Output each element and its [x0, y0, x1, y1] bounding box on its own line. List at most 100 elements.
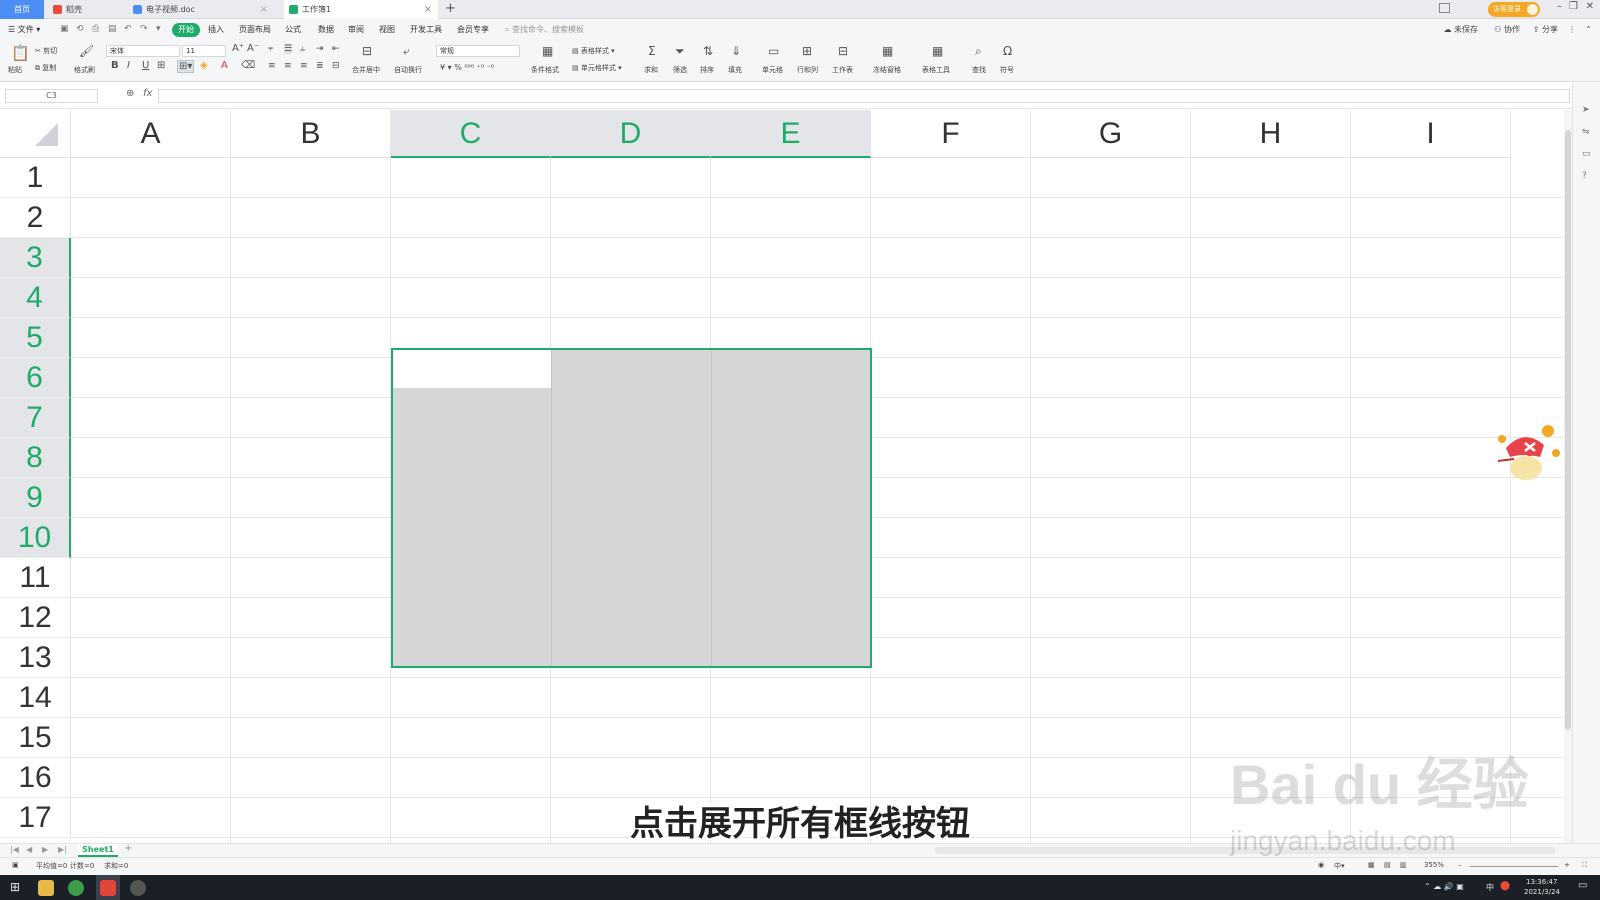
merge-center-button[interactable]: 合并居中: [352, 65, 380, 75]
table-style-button[interactable]: ▤ 表格样式 ▾: [572, 46, 615, 56]
worksheet-button[interactable]: 工作表: [832, 65, 853, 75]
row-header-12[interactable]: 12: [0, 598, 71, 638]
antivirus-icon[interactable]: ⬤: [1500, 881, 1510, 891]
file-explorer-icon[interactable]: [38, 880, 54, 896]
property-icon[interactable]: ▭: [1582, 149, 1591, 159]
wps-taskbar-button[interactable]: [96, 875, 120, 900]
maximize-button[interactable]: ❐: [1569, 1, 1578, 12]
name-box[interactable]: C3: [5, 89, 98, 103]
row-header-13[interactable]: 13: [0, 638, 71, 678]
help-icon[interactable]: ?: [1582, 171, 1587, 181]
find-button[interactable]: 查找: [972, 65, 986, 75]
zoom-slider[interactable]: [1470, 866, 1558, 867]
row-header-9[interactable]: 9: [0, 478, 71, 518]
cut-button[interactable]: ✂ 剪切: [35, 46, 57, 56]
format-painter-button[interactable]: 格式刷: [74, 65, 95, 75]
notification-icon[interactable]: ▭: [1578, 880, 1587, 891]
unsaved-status[interactable]: ☁ 未保存: [1443, 23, 1478, 37]
font-color-icon[interactable]: A: [221, 60, 228, 71]
cell-icon[interactable]: ▭: [768, 44, 779, 58]
row-header-17[interactable]: 17: [0, 798, 71, 838]
row-header-11[interactable]: 11: [0, 558, 71, 598]
column-header-h[interactable]: H: [1191, 110, 1351, 158]
filter-icon[interactable]: ⏷: [675, 44, 685, 59]
table-tools-button[interactable]: 表格工具: [922, 65, 950, 75]
row-header-16[interactable]: 16: [0, 758, 71, 798]
increase-font-icon[interactable]: A⁺: [232, 43, 244, 54]
cell-style-button[interactable]: ▤ 单元格样式 ▾: [572, 63, 622, 73]
ime-icon[interactable]: 中▾: [1334, 861, 1345, 871]
cell-button[interactable]: 单元格: [762, 65, 783, 75]
align-middle-icon[interactable]: ☰: [284, 44, 293, 54]
menu-developer[interactable]: 开发工具: [410, 23, 442, 37]
clock-time[interactable]: 13:36:47: [1526, 878, 1557, 886]
normal-view-icon[interactable]: ▦: [1368, 861, 1375, 869]
column-header-e[interactable]: E: [711, 110, 871, 158]
row-header-1[interactable]: 1: [0, 158, 71, 198]
copy-button[interactable]: ⧉ 复制: [35, 63, 56, 73]
windows-start-icon[interactable]: ⊞: [10, 880, 20, 894]
conditional-format-icon[interactable]: ▦: [542, 44, 553, 58]
close-icon[interactable]: ×: [260, 0, 268, 19]
prev-sheet-icon[interactable]: ◀: [26, 845, 32, 854]
select-all-corner[interactable]: [0, 110, 71, 158]
menu-member[interactable]: 会员专享: [457, 23, 489, 37]
sum-button[interactable]: 求和: [644, 65, 658, 75]
indent-icon[interactable]: ⇥: [316, 44, 324, 54]
sheet-tab[interactable]: Sheet1: [78, 844, 118, 857]
macro-icon[interactable]: ▣: [12, 861, 19, 869]
italic-icon[interactable]: I: [127, 60, 130, 71]
collapse-ribbon-icon[interactable]: ⌃: [1585, 23, 1592, 37]
first-sheet-icon[interactable]: |◀: [10, 845, 19, 854]
font-size-select[interactable]: 11: [182, 45, 226, 57]
row-header-2[interactable]: 2: [0, 198, 71, 238]
redo-icon[interactable]: ↷: [140, 24, 148, 34]
adjust-icon[interactable]: ⇋: [1582, 127, 1590, 137]
add-sheet-button[interactable]: +: [124, 843, 132, 854]
symbol-icon[interactable]: Ω: [1003, 44, 1012, 58]
number-format-buttons[interactable]: ¥ ▾ % ⁰⁰⁰ ⁺⁰ ⁻⁰: [440, 63, 494, 72]
tab-workbook[interactable]: 工作簿1 ×: [284, 0, 438, 19]
column-header-f[interactable]: F: [871, 110, 1031, 158]
page-layout-view-icon[interactable]: ▤: [1384, 861, 1391, 869]
distribute-icon[interactable]: ⊟: [332, 61, 340, 71]
column-header-b[interactable]: B: [231, 110, 391, 158]
minimize-button[interactable]: –: [1557, 1, 1562, 12]
menu-insert[interactable]: 插入: [208, 23, 224, 37]
more-icon[interactable]: ⋮: [1568, 23, 1576, 37]
fill-button[interactable]: 填充: [728, 65, 742, 75]
align-left-icon[interactable]: ≡: [268, 61, 276, 71]
filter-button[interactable]: 筛选: [673, 65, 687, 75]
format-painter-icon[interactable]: 🖌: [79, 44, 94, 58]
mascot-icon[interactable]: [1490, 423, 1565, 485]
ime-indicator[interactable]: 中: [1486, 882, 1494, 893]
menu-review[interactable]: 审阅: [348, 23, 364, 37]
undo-icon[interactable]: ↶: [124, 24, 132, 34]
wrap-text-icon[interactable]: ⤶: [403, 44, 410, 59]
row-col-icon[interactable]: ⊞: [802, 44, 812, 58]
share-button[interactable]: ⇪ 分享: [1533, 23, 1558, 37]
symbol-button[interactable]: 符号: [1000, 65, 1014, 75]
column-header-c[interactable]: C: [391, 110, 551, 158]
customize-icon[interactable]: ▾: [156, 24, 161, 34]
border-icon[interactable]: ⊞: [157, 60, 165, 71]
tab-daoke[interactable]: 稻壳: [48, 0, 128, 19]
number-format-select[interactable]: 常规: [436, 45, 520, 57]
close-window-button[interactable]: ✕: [1586, 1, 1594, 12]
menu-page-layout[interactable]: 页面布局: [239, 23, 271, 37]
recorder-icon[interactable]: [130, 880, 146, 896]
sum-icon[interactable]: Σ: [648, 44, 656, 58]
search-icon[interactable]: ⌕: [975, 44, 982, 59]
row-col-button[interactable]: 行和列: [797, 65, 818, 75]
row-header-3[interactable]: 3: [0, 238, 71, 278]
row-header-10[interactable]: 10: [0, 518, 71, 558]
menu-view[interactable]: 视图: [379, 23, 395, 37]
row-header-7[interactable]: 7: [0, 398, 71, 438]
freeze-panes-icon[interactable]: ▦: [882, 44, 893, 58]
clear-format-icon[interactable]: ⌫: [241, 60, 255, 71]
align-bottom-icon[interactable]: ⫨: [300, 44, 305, 54]
justify-icon[interactable]: ≣: [316, 61, 324, 71]
last-sheet-icon[interactable]: ▶|: [58, 845, 67, 854]
align-center-icon[interactable]: ≡: [284, 61, 292, 71]
fx-label[interactable]: fx: [143, 88, 152, 99]
